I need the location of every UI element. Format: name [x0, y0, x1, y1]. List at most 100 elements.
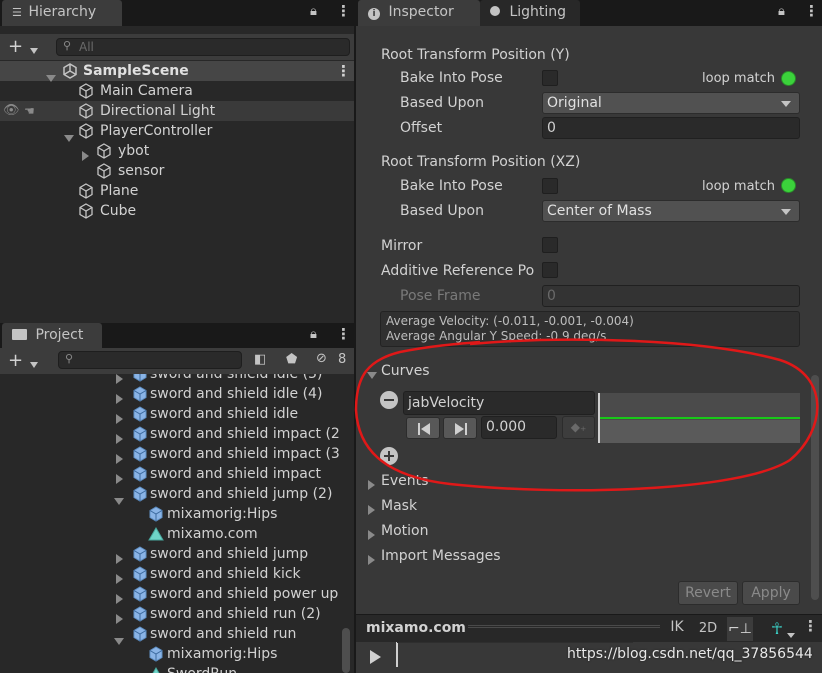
search-by-type-icon[interactable]: ◧ [254, 352, 266, 367]
inspector-tabbar: i Inspector Lighting 🔒︎ ⋮ [356, 0, 822, 26]
add-curve-icon[interactable] [380, 447, 398, 465]
tab-inspector[interactable]: i Inspector [358, 0, 480, 26]
project-list-item[interactable]: mixamo.com [0, 524, 340, 544]
pick-hand-icon[interactable]: ☚ [24, 101, 35, 121]
project-list-item[interactable]: sword and shield jump [0, 544, 340, 564]
avatar-dropdown-icon[interactable] [787, 627, 795, 643]
offset-label: Offset [400, 120, 443, 136]
add-dropdown-icon[interactable] [30, 357, 38, 373]
project-list-item[interactable]: mixamorig:Hips [0, 504, 340, 524]
gameobject-cube-icon [79, 183, 93, 199]
visibility-eye-icon[interactable]: 👁︎ [3, 101, 20, 121]
project-item-label: sword and shield jump (2) [150, 486, 333, 502]
curves-foldout-arrow-icon[interactable] [367, 367, 377, 383]
hierarchy-item-label: sensor [118, 163, 165, 179]
pose-frame-label: Pose Frame [400, 288, 481, 304]
project-list-item[interactable]: sword and shield idle [0, 404, 340, 424]
step-forward-icon [455, 423, 467, 435]
hierarchy-item-label: Main Camera [100, 83, 193, 99]
drag-handle[interactable] [468, 625, 660, 628]
previous-key-button[interactable] [406, 417, 440, 439]
next-key-button[interactable] [443, 417, 477, 439]
revert-button[interactable]: Revert [678, 581, 738, 605]
project-list-item[interactable]: sword and shield run [0, 624, 340, 645]
curve-value-field[interactable]: 0.000 [481, 416, 557, 439]
left-panel: ☰ Hierarchy 🔒︎ ⋮ + ⚲ All SampleScene ⋮ M… [0, 0, 354, 673]
motion-section[interactable]: Motion [381, 523, 428, 539]
tab-hierarchy[interactable]: ☰ Hierarchy [2, 0, 122, 26]
more-options-icon[interactable]: ⋮ [336, 2, 351, 20]
hierarchy-item[interactable]: 👁︎ ☚ Directional Light [0, 101, 354, 121]
project-list-item[interactable]: sword and shield impact (2 [0, 424, 340, 444]
add-icon[interactable]: + [8, 36, 23, 57]
project-search-input[interactable]: ⚲ [58, 351, 242, 369]
lock-icon[interactable]: 🔒︎ [310, 327, 317, 342]
hierarchy-item[interactable]: PlayerController [0, 121, 354, 142]
offset-field[interactable]: 0 [542, 117, 800, 139]
hierarchy-list-icon: ☰ [12, 6, 22, 19]
curves-header[interactable]: Curves [381, 363, 430, 379]
bake-into-pose-y-checkbox[interactable] [542, 70, 558, 86]
add-dropdown-icon[interactable] [30, 43, 38, 59]
based-upon-label: Based Upon [400, 95, 484, 111]
hierarchy-toolbar: + ⚲ All [0, 34, 354, 60]
hierarchy-item[interactable]: Main Camera [0, 81, 354, 101]
additive-reference-checkbox[interactable] [542, 262, 558, 278]
collapsed-arrow-icon[interactable] [368, 527, 375, 543]
mirror-checkbox[interactable] [542, 237, 558, 253]
hierarchy-search-input[interactable]: ⚲ All [56, 38, 350, 56]
apply-button[interactable]: Apply [742, 581, 800, 605]
project-list[interactable]: sword and shield idle (3) sword and shiel… [0, 374, 340, 673]
project-list-item[interactable]: sword and shield impact (3 [0, 444, 340, 464]
project-list-item[interactable]: sword and shield impact [0, 464, 340, 484]
more-options-icon[interactable]: ⋮ [803, 617, 818, 635]
curve-name-field[interactable]: jabVelocity [403, 391, 595, 415]
label-tag-icon[interactable]: ⬟ [286, 352, 297, 367]
project-list-item[interactable]: sword and shield jump (2) [0, 484, 340, 505]
more-options-icon[interactable]: ⋮ [336, 325, 351, 343]
scene-row[interactable]: SampleScene ⋮ [0, 61, 354, 82]
remove-curve-icon[interactable] [380, 391, 398, 409]
hierarchy-item[interactable]: Cube [0, 201, 354, 221]
project-list-item[interactable]: sword and shield power up [0, 584, 340, 604]
based-upon-y-dropdown[interactable]: Original [542, 92, 800, 114]
curve-preview[interactable] [598, 393, 800, 443]
import-messages-section[interactable]: Import Messages [381, 548, 501, 564]
project-item-label: sword and shield jump [150, 546, 309, 562]
events-section[interactable]: Events [381, 473, 428, 489]
motion-info-box: Average Velocity: (-0.011, -0.001, -0.00… [380, 311, 800, 347]
pivot-icon[interactable]: ⌐⊥ [727, 617, 753, 641]
bake-into-pose-label: Bake Into Pose [400, 178, 503, 194]
based-upon-xz-dropdown[interactable]: Center of Mass [542, 200, 800, 222]
project-list-item[interactable]: sword and shield kick [0, 564, 340, 584]
add-icon[interactable]: + [8, 350, 23, 371]
scene-options-icon[interactable]: ⋮ [336, 61, 351, 81]
tab-project[interactable]: Project [2, 323, 102, 349]
bake-into-pose-xz-checkbox[interactable] [542, 178, 558, 194]
2d-toggle[interactable]: 2D [694, 619, 722, 639]
collapsed-arrow-icon[interactable] [368, 477, 375, 493]
collapsed-arrow-icon[interactable] [368, 502, 375, 518]
tab-lighting[interactable]: Lighting [480, 0, 580, 26]
project-list-item[interactable]: sword and shield run (2) [0, 604, 340, 624]
lock-icon[interactable]: 🔒︎ [778, 4, 785, 19]
mask-section[interactable]: Mask [381, 498, 417, 514]
project-list-item[interactable]: sword and shield idle (4) [0, 384, 340, 404]
ik-toggle[interactable]: IK [664, 619, 690, 639]
project-scrollbar[interactable] [342, 628, 350, 673]
hierarchy-item[interactable]: Plane [0, 181, 354, 201]
hierarchy-item[interactable]: sensor [0, 161, 354, 181]
project-list-item[interactable]: sword and shield idle (3) [0, 374, 340, 384]
hidden-packages-icon[interactable]: ⊘ [316, 351, 327, 366]
inspector-scrollbar[interactable] [811, 375, 819, 600]
lock-icon[interactable]: 🔒︎ [310, 4, 317, 19]
project-list-item[interactable]: mixamorig:Hips [0, 644, 340, 664]
lighting-tab-label: Lighting [509, 4, 567, 20]
collapsed-arrow-icon[interactable] [368, 552, 375, 568]
play-icon[interactable] [370, 649, 381, 665]
hierarchy-item[interactable]: ybot [0, 141, 354, 161]
add-key-icon[interactable]: ◆₊ [562, 416, 595, 439]
project-item-label: sword and shield idle (4) [150, 386, 323, 402]
project-list-item[interactable]: SwordRun [0, 664, 340, 673]
more-options-icon[interactable]: ⋮ [804, 2, 819, 20]
